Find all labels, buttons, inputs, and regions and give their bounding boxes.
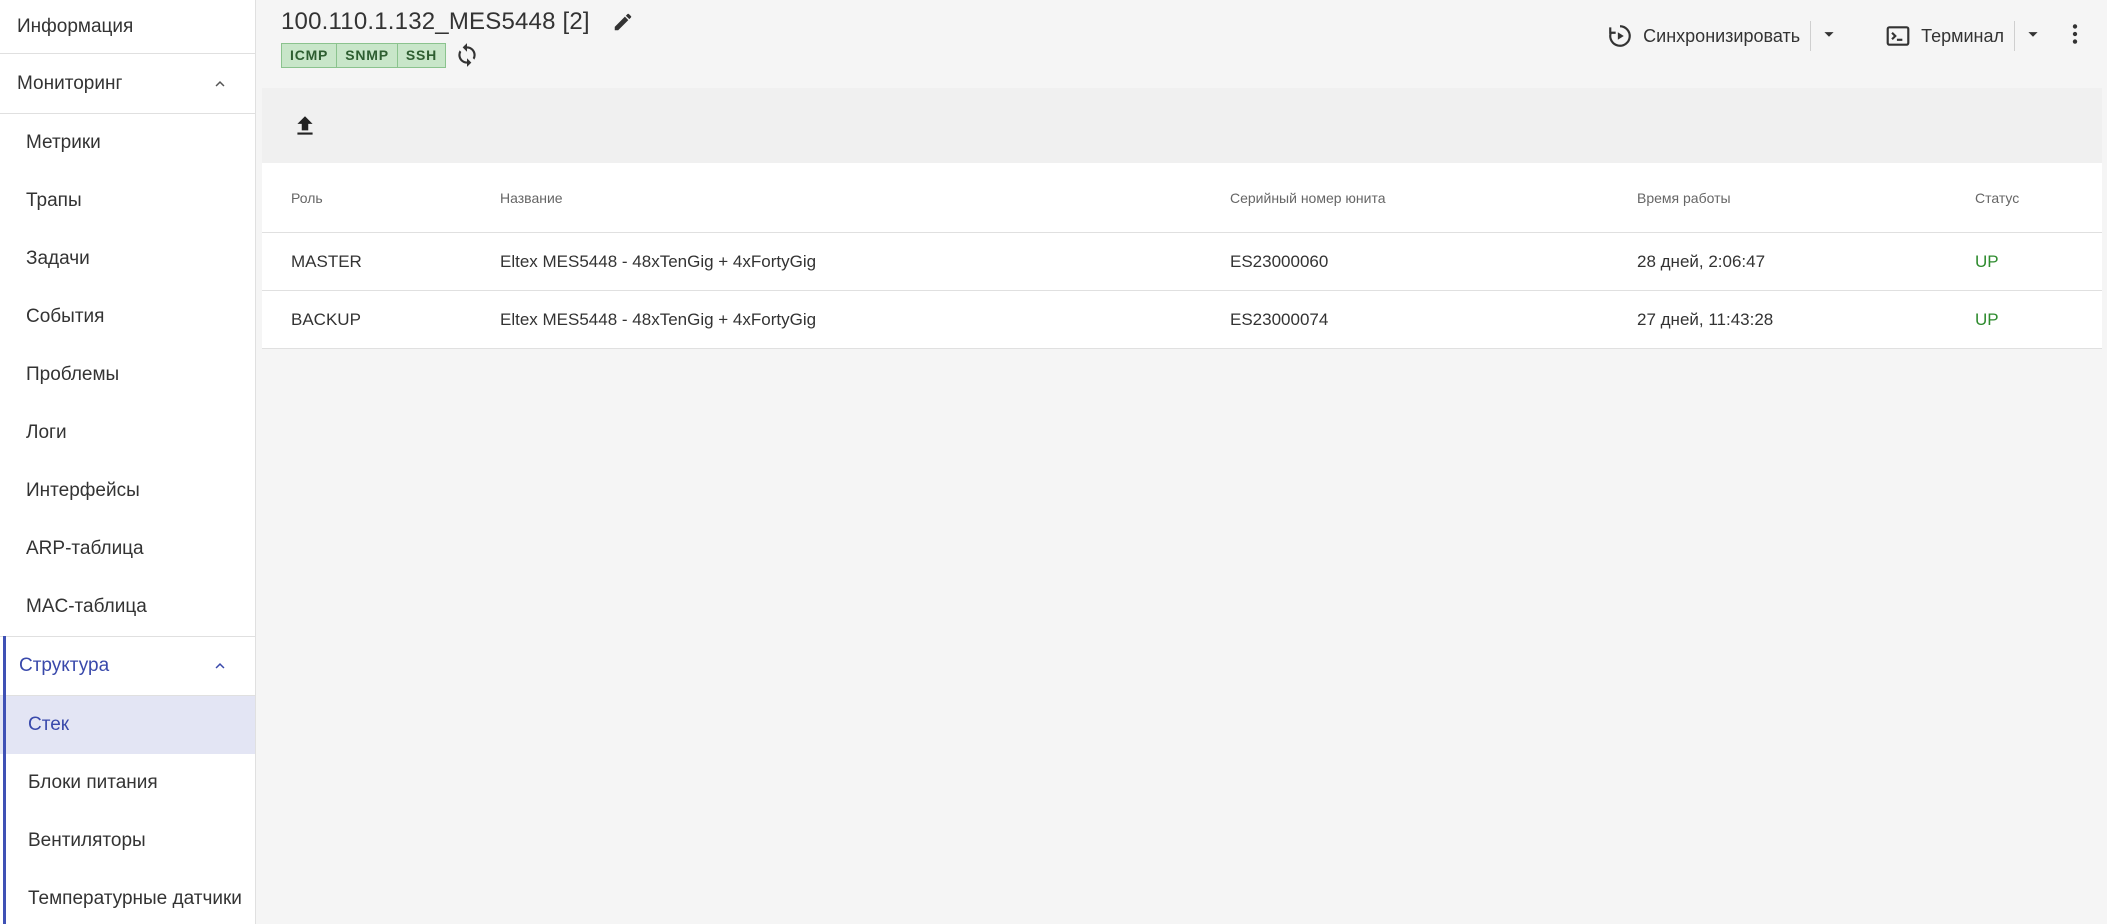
sidebar-item-tasks[interactable]: Задачи — [0, 230, 255, 288]
sync-button-label: Синхронизировать — [1643, 25, 1801, 46]
upload-icon[interactable] — [292, 113, 318, 139]
cell-role: BACKUP — [291, 309, 361, 329]
refresh-icon[interactable] — [454, 42, 480, 68]
sidebar: Информация Мониторинг Метрики Трапы Зада… — [0, 0, 256, 924]
main-content: Роль Название Серийный номер юнита Время… — [262, 88, 2102, 349]
column-header-role[interactable]: Роль — [291, 190, 323, 206]
sidebar-group-label: Мониторинг — [17, 72, 123, 94]
edit-pencil-icon[interactable] — [612, 11, 634, 33]
column-header-name[interactable]: Название — [500, 190, 563, 206]
terminal-dropdown-button[interactable] — [2015, 16, 2051, 56]
sidebar-item-fans[interactable]: Вентиляторы — [0, 812, 255, 870]
app: Информация Мониторинг Метрики Трапы Зада… — [0, 0, 2107, 924]
page-header: 100.110.1.132_MES5448 [2] ICMP SNMP SSH — [256, 0, 2107, 72]
more-menu-button[interactable] — [2051, 16, 2099, 56]
page-title: 100.110.1.132_MES5448 [2] — [281, 8, 590, 35]
protocol-badges: ICMP SNMP SSH — [281, 42, 480, 68]
sidebar-group-structure: Структура Стек Блоки питания Вентиляторы… — [0, 636, 255, 924]
status-badge: UP — [1975, 309, 1999, 329]
cell-uptime: 28 дней, 2:06:47 — [1637, 251, 1766, 271]
sidebar-item-mac-table[interactable]: MAC-таблица — [0, 578, 255, 636]
column-header-status[interactable]: Статус — [1975, 190, 2019, 206]
table-toolbar — [262, 88, 2102, 163]
column-header-uptime[interactable]: Время работы — [1637, 190, 1731, 206]
table-header-row: Роль Название Серийный номер юнита Время… — [262, 163, 2102, 233]
chevron-up-icon — [211, 657, 229, 675]
terminal-button-label: Терминал — [1921, 25, 2004, 46]
status-badge: UP — [1975, 251, 1999, 271]
sidebar-item-logs[interactable]: Логи — [0, 404, 255, 462]
stack-table: Роль Название Серийный номер юнита Время… — [262, 163, 2102, 349]
cell-serial: ES23000060 — [1230, 251, 1329, 271]
cell-role: MASTER — [291, 251, 362, 271]
caret-down-icon — [2022, 23, 2044, 50]
sidebar-item-temperature-sensors[interactable]: Температурные датчики — [0, 870, 255, 924]
sidebar-item-metrics[interactable]: Метрики — [0, 114, 255, 172]
more-vert-icon — [2062, 21, 2088, 52]
protocol-badge-ssh: SSH — [397, 42, 447, 68]
caret-down-icon — [1818, 23, 1840, 50]
title-row: 100.110.1.132_MES5448 [2] — [281, 8, 634, 36]
cell-name: Eltex MES5448 - 48xTenGig + 4xFortyGig — [500, 251, 817, 271]
sidebar-item-stack[interactable]: Стек — [0, 696, 255, 754]
terminal-button[interactable]: Терминал — [1875, 16, 2014, 56]
protocol-badge-icmp: ICMP — [281, 42, 338, 68]
protocol-badge-snmp: SNMP — [337, 42, 398, 68]
header-actions: Синхронизировать Терминал — [1597, 16, 2107, 56]
table-row[interactable]: BACKUP Eltex MES5448 - 48xTenGig + 4xFor… — [262, 291, 2102, 349]
sidebar-item-info[interactable]: Информация — [0, 0, 255, 54]
cell-serial: ES23000074 — [1230, 309, 1329, 329]
sync-dropdown-button[interactable] — [1811, 16, 1847, 56]
cell-uptime: 27 дней, 11:43:28 — [1637, 309, 1774, 329]
sidebar-group-monitoring: Мониторинг Метрики Трапы Задачи События … — [0, 54, 255, 636]
sidebar-group-structure-header[interactable]: Структура — [0, 636, 255, 696]
chevron-up-icon — [211, 75, 229, 93]
column-header-serial[interactable]: Серийный номер юнита — [1230, 190, 1386, 206]
sidebar-item-interfaces[interactable]: Интерфейсы — [0, 462, 255, 520]
sidebar-item-events[interactable]: События — [0, 288, 255, 346]
table-row[interactable]: MASTER Eltex MES5448 - 48xTenGig + 4xFor… — [262, 233, 2102, 291]
sync-play-icon — [1607, 23, 1633, 49]
sync-button[interactable]: Синхронизировать — [1597, 16, 1810, 56]
sidebar-item-power-supplies[interactable]: Блоки питания — [0, 754, 255, 812]
sidebar-item-traps[interactable]: Трапы — [0, 172, 255, 230]
cell-name: Eltex MES5448 - 48xTenGig + 4xFortyGig — [500, 309, 817, 329]
sidebar-item-arp-table[interactable]: ARP-таблица — [0, 520, 255, 578]
sidebar-group-label: Структура — [19, 655, 110, 676]
terminal-icon — [1885, 23, 1911, 49]
sidebar-item-problems[interactable]: Проблемы — [0, 346, 255, 404]
sidebar-group-monitoring-header[interactable]: Мониторинг — [0, 54, 255, 114]
